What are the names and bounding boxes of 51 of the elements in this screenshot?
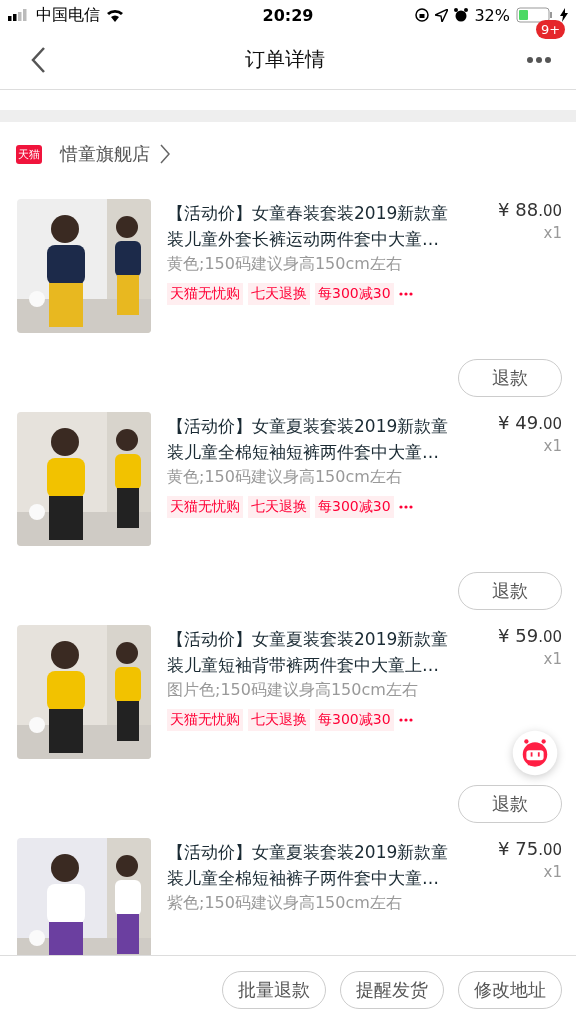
- product-title[interactable]: 【活动价】女童夏装套装2019新款童 装儿童全棉短袖短裤两件套中大童…: [167, 413, 483, 465]
- product-quantity: x1: [543, 224, 562, 242]
- promo-tag: 每300减30: [315, 283, 394, 305]
- action-button[interactable]: 批量退款: [222, 971, 326, 1009]
- carrier-name: 中国电信: [36, 4, 100, 26]
- promo-tag: 七天退换: [248, 709, 310, 731]
- product-title[interactable]: 【活动价】女童夏装套装2019新款童 装儿童短袖背带裤两件套中大童上…: [167, 626, 483, 678]
- alarm-icon: [454, 8, 469, 22]
- status-time: 20:29: [262, 5, 314, 25]
- product-spec: 紫色;150码建议身高150cm左右: [167, 893, 403, 914]
- product-quantity: x1: [543, 650, 562, 668]
- wifi-icon: [106, 8, 124, 22]
- promo-tag: 天猫无忧购: [167, 496, 243, 518]
- refund-button[interactable]: 退款: [458, 572, 562, 610]
- product-spec: 黄色;150码建议身高150cm左右: [167, 254, 403, 275]
- page-title: 订单详情: [245, 46, 325, 73]
- promo-tag: 天猫无忧购: [167, 709, 243, 731]
- back-icon[interactable]: [30, 45, 46, 74]
- rotation-lock-icon: [415, 8, 430, 22]
- refund-button[interactable]: 退款: [458, 785, 562, 823]
- shop-name[interactable]: 惜童旗舰店: [60, 142, 150, 166]
- product-price: ¥ 59.00: [498, 625, 562, 646]
- promo-tag: 七天退换: [248, 283, 310, 305]
- signal-icon: [8, 9, 30, 21]
- notification-badge: 9+: [536, 19, 566, 39]
- action-button[interactable]: 修改地址: [458, 971, 562, 1009]
- product-price: ¥ 75.00: [498, 838, 562, 859]
- more-dots-icon[interactable]: [398, 292, 413, 296]
- charging-icon: [560, 8, 568, 22]
- more-dots-icon[interactable]: [398, 505, 413, 509]
- location-icon: [435, 8, 449, 22]
- product-title[interactable]: 【活动价】女童春装套装2019新款童 装儿童外套长裤运动两件套中大童…: [167, 200, 483, 252]
- promo-tag: 天猫无忧购: [167, 283, 243, 305]
- product-price: ¥ 49.00: [498, 412, 562, 433]
- battery-icon: [516, 7, 554, 23]
- product-title[interactable]: 【活动价】女童夏装套装2019新款童 装儿童全棉短袖裤子两件套中大童…: [167, 839, 483, 891]
- refund-button[interactable]: 退款: [458, 359, 562, 397]
- battery-percent: 32%: [474, 5, 510, 25]
- product-spec: 图片色;150码建议身高150cm左右: [167, 680, 419, 701]
- more-icon[interactable]: [527, 56, 551, 63]
- product-spec: 黄色;150码建议身高150cm左右: [167, 467, 403, 488]
- more-dots-icon[interactable]: [398, 718, 413, 722]
- promo-tag: 七天退换: [248, 496, 310, 518]
- promo-tag: 每300减30: [315, 496, 394, 518]
- tmall-badge: 天猫: [16, 144, 42, 164]
- promo-tag: 每300减30: [315, 709, 394, 731]
- product-price: ¥ 88.00: [498, 199, 562, 220]
- product-quantity: x1: [543, 437, 562, 455]
- chevron-right-icon[interactable]: [160, 144, 170, 164]
- action-button[interactable]: 提醒发货: [340, 971, 444, 1009]
- product-quantity: x1: [543, 863, 562, 881]
